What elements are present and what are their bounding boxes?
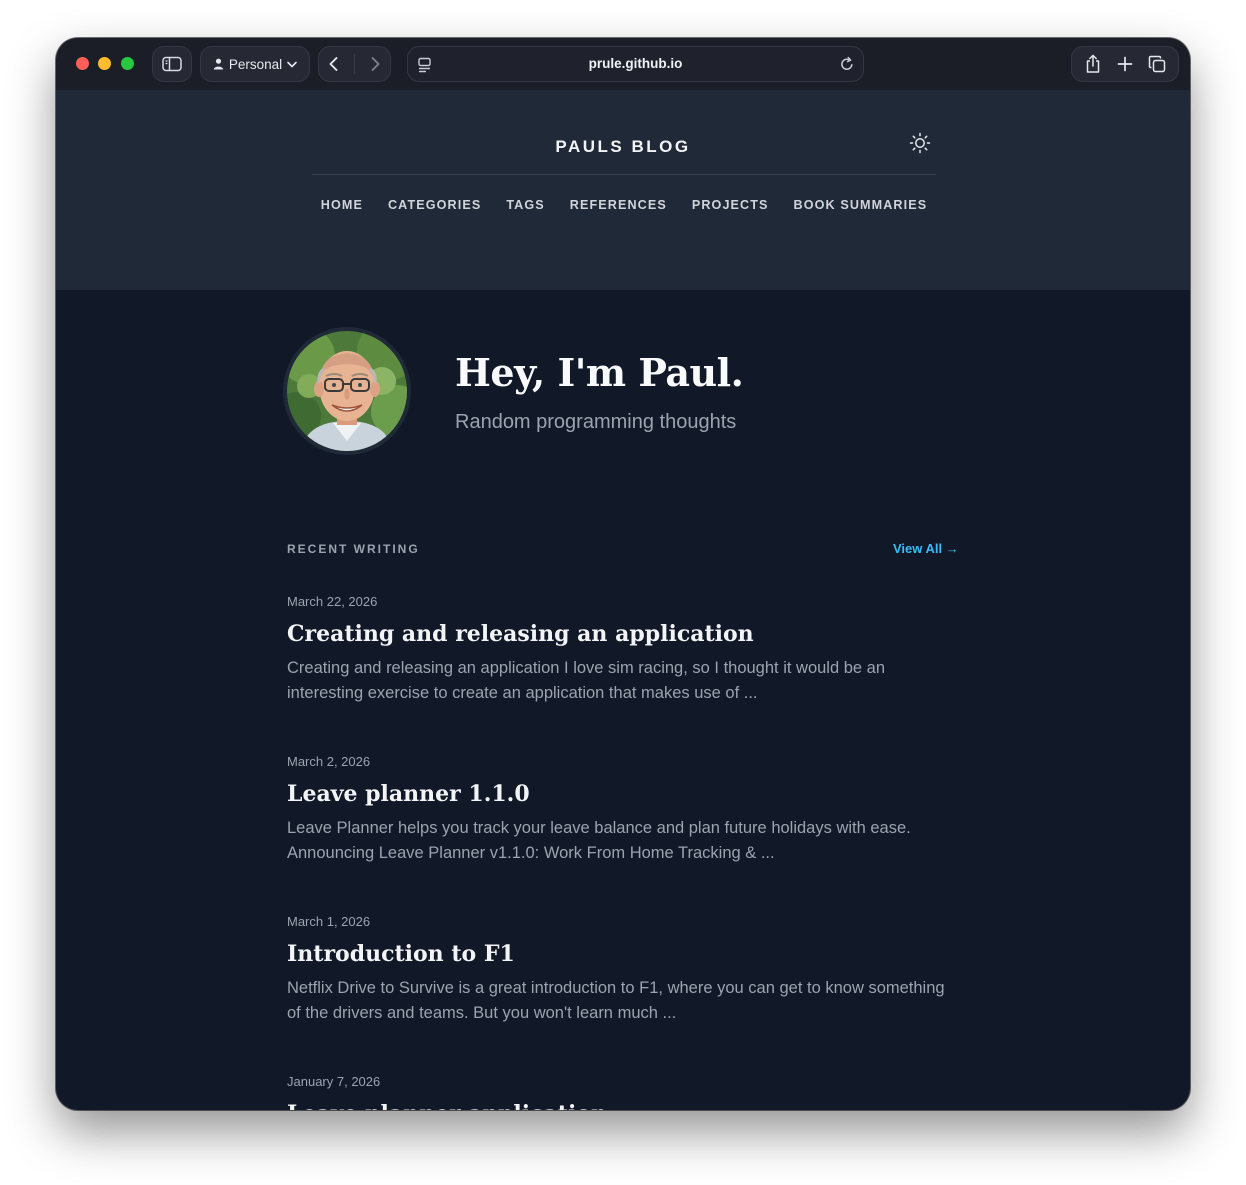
nav-projects[interactable]: PROJECTS [692, 197, 769, 213]
section-label: RECENT WRITING [287, 542, 420, 556]
nav-tags[interactable]: TAGS [506, 197, 544, 213]
sun-icon[interactable] [909, 132, 931, 154]
profile-button[interactable]: Personal [200, 46, 310, 82]
sidebar-icon [162, 56, 182, 72]
profile-label: Personal [228, 56, 283, 72]
site-header: PAULS BLOG HOME CATEGORIES TAGS REFERENC… [56, 90, 1190, 290]
post-item[interactable]: March 22, 2026 Creating and releasing an… [287, 594, 947, 706]
url-text: prule.github.io [588, 56, 683, 71]
tab-overview-icon[interactable] [1148, 55, 1166, 73]
header-divider [312, 174, 936, 175]
browser-window: Personal prule.github.io PAULS BLOG HOME… [56, 38, 1190, 1110]
zoom-window-button[interactable] [121, 57, 134, 70]
post-date: March 22, 2026 [287, 594, 378, 609]
post-date: January 7, 2026 [287, 1074, 381, 1089]
post-title[interactable]: Leave planner application [287, 1100, 947, 1110]
post-excerpt: Netflix Drive to Survive is a great intr… [287, 979, 945, 1022]
post-excerpt: Creating and releasing an application I … [287, 659, 886, 702]
post-date: March 2, 2026 [287, 754, 371, 769]
post-item[interactable]: March 2, 2026 Leave planner 1.1.0 Leave … [287, 754, 947, 866]
post-title[interactable]: Introduction to F1 [287, 940, 947, 968]
avatar [287, 331, 407, 451]
nav-home[interactable]: HOME [321, 197, 363, 213]
reload-icon[interactable] [839, 56, 855, 72]
minimize-window-button[interactable] [98, 57, 111, 70]
forward-arrow-icon[interactable] [368, 56, 382, 72]
nav-references[interactable]: REFERENCES [570, 197, 667, 213]
hero-subtitle: Random programming thoughts [455, 411, 737, 433]
site-title[interactable]: PAULS BLOG [56, 137, 1190, 157]
post-title[interactable]: Leave planner 1.1.0 [287, 780, 947, 808]
view-all-link[interactable]: View All → [893, 541, 959, 556]
sidebar-toggle-button[interactable] [152, 46, 192, 82]
post-title[interactable]: Creating and releasing an application [287, 620, 947, 648]
browser-toolbar: Personal prule.github.io [56, 38, 1190, 90]
person-icon [213, 58, 224, 70]
new-tab-icon[interactable] [1117, 56, 1133, 72]
toolbar-actions-group [1071, 46, 1179, 82]
post-item[interactable]: March 1, 2026 Introduction to F1 Netflix… [287, 914, 947, 1026]
nav-categories[interactable]: CATEGORIES [388, 197, 481, 213]
hero-title: Hey, I'm Paul. [455, 350, 744, 395]
main-nav: HOME CATEGORIES TAGS REFERENCES PROJECTS… [312, 197, 936, 213]
address-bar[interactable]: prule.github.io [407, 46, 864, 82]
post-excerpt: Leave Planner helps you track your leave… [287, 819, 911, 862]
back-arrow-icon[interactable] [327, 56, 341, 72]
chevron-down-icon [287, 61, 297, 67]
post-date: March 1, 2026 [287, 914, 371, 929]
close-window-button[interactable] [76, 57, 89, 70]
history-nav-group [318, 46, 391, 82]
nav-book-summaries[interactable]: BOOK SUMMARIES [794, 197, 928, 213]
post-item[interactable]: January 7, 2026 Leave planner applicatio… [287, 1074, 947, 1110]
share-icon[interactable] [1084, 54, 1102, 74]
divider [354, 54, 355, 74]
